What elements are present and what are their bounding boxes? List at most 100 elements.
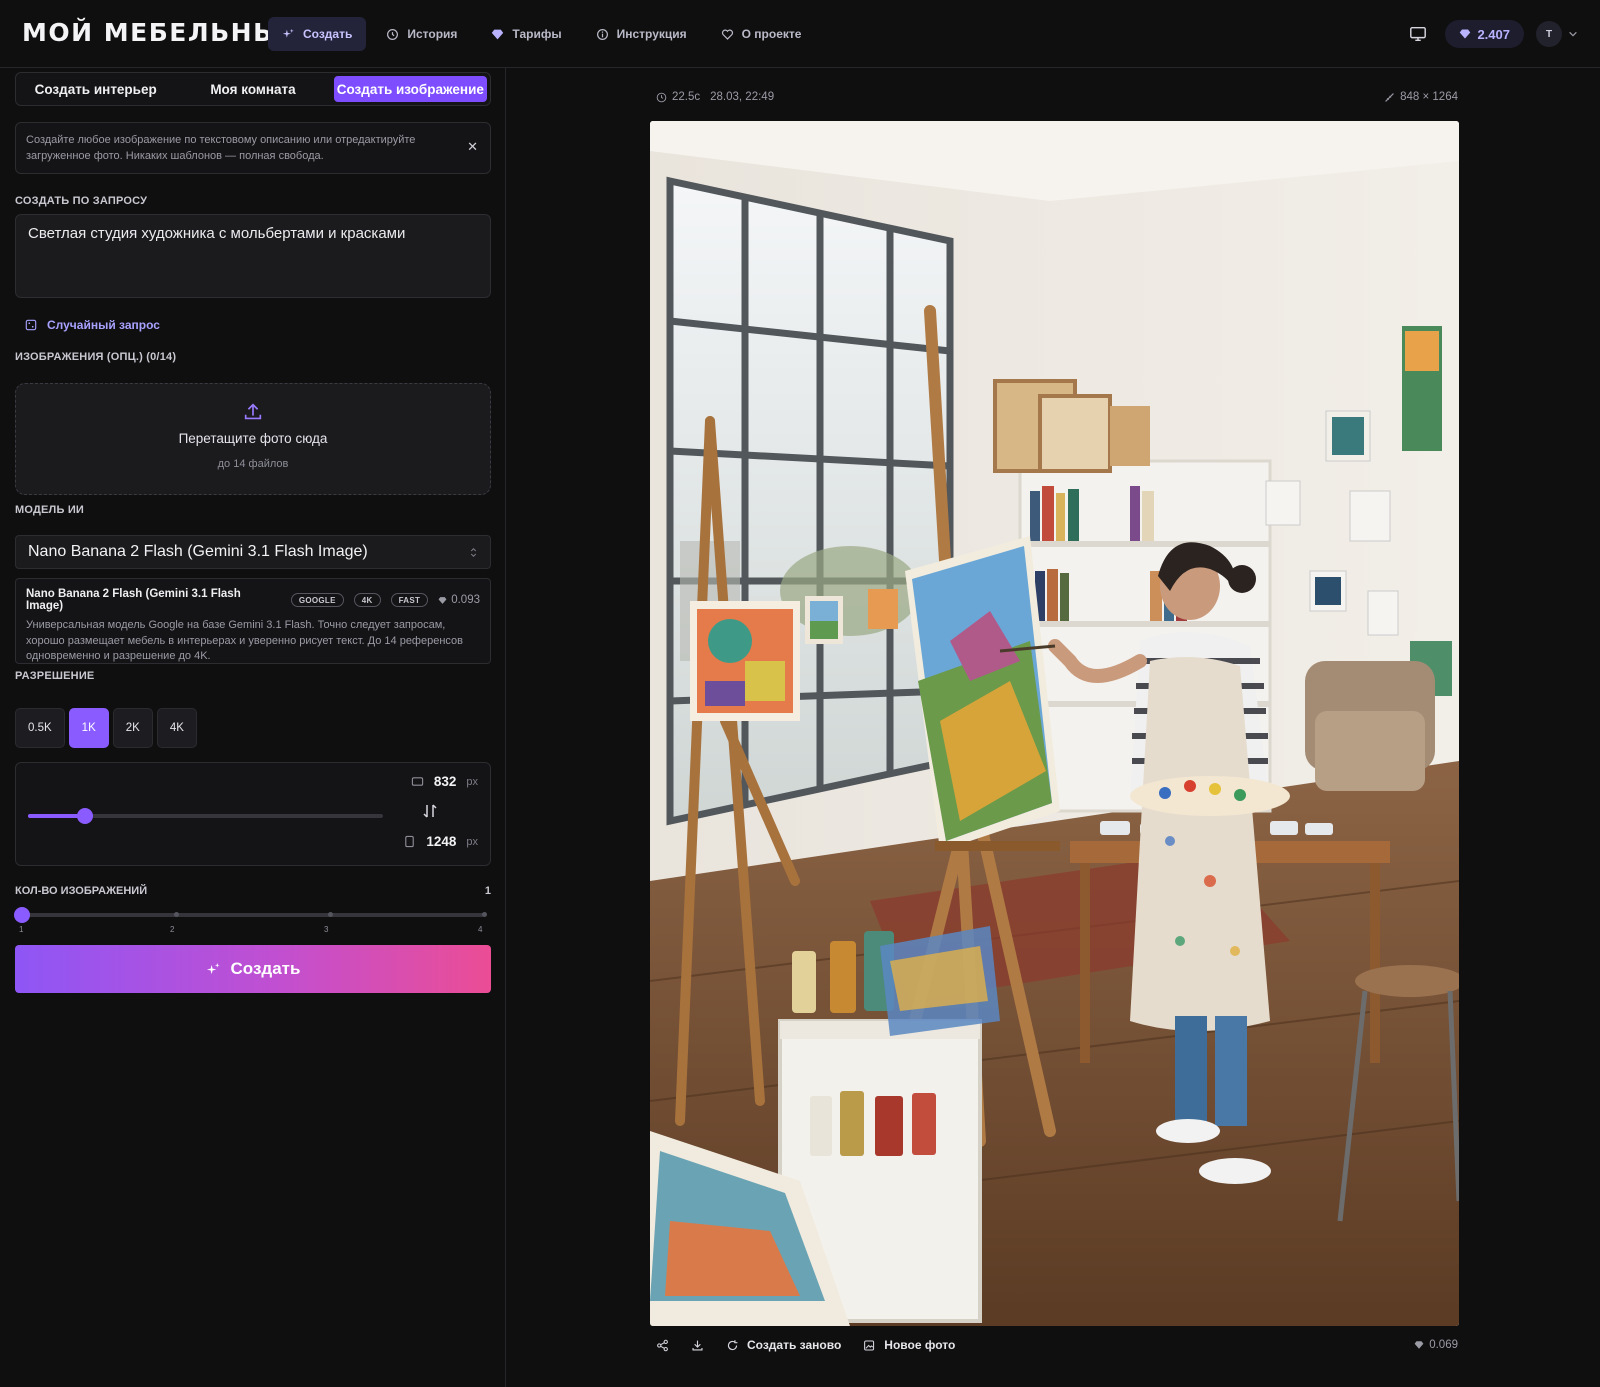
tab-create-image[interactable]: Создать изображение xyxy=(333,76,487,102)
balance-badge[interactable]: 2.407 xyxy=(1445,20,1524,48)
history-icon xyxy=(387,28,399,40)
balance-value: 2.407 xyxy=(1477,26,1510,42)
model-select[interactable]: Nano Banana 2 Flash (Gemini 3.1 Flash Im… xyxy=(15,535,491,569)
resolution-1k[interactable]: 1K xyxy=(68,708,109,748)
new-photo-label: Новое фото xyxy=(884,1338,956,1352)
count-value: 1 xyxy=(484,885,491,897)
sparkle-icon xyxy=(282,28,294,38)
tab-my-room[interactable]: Моя комната xyxy=(176,76,329,102)
count-slider[interactable] xyxy=(14,907,487,923)
mode-tabs: Создать интерьер Моя комната Создать изо… xyxy=(15,72,491,106)
gem-icon xyxy=(1460,29,1471,39)
badge-google: GOOGLE xyxy=(290,593,344,607)
share-icon xyxy=(657,1339,668,1351)
nav-about[interactable]: О проекте xyxy=(707,17,816,51)
download-button[interactable] xyxy=(691,1339,704,1352)
regenerate-button[interactable]: Создать заново xyxy=(726,1338,841,1352)
model-description: Универсальная модель Google на базе Gemi… xyxy=(26,619,463,662)
close-icon[interactable]: ✕ xyxy=(467,139,478,155)
gem-icon xyxy=(492,29,504,39)
refresh-icon xyxy=(727,1339,738,1350)
count-tick-label-1: 1 xyxy=(19,925,24,934)
tab-create-interior[interactable]: Создать интерьер xyxy=(19,76,172,102)
artist-studio-illustration xyxy=(650,121,1459,1326)
nav-instructions-label: Инструкция xyxy=(616,27,687,41)
user-menu[interactable]: Т xyxy=(1536,21,1578,47)
height-value[interactable]: 1248 xyxy=(426,834,456,849)
aspect-slider[interactable] xyxy=(28,808,383,824)
count-tick-label-4: 4 xyxy=(478,925,483,934)
chevron-updown-icon xyxy=(470,547,477,557)
gem-icon xyxy=(1414,1341,1424,1349)
ruler-icon xyxy=(1385,92,1394,102)
logo[interactable]: МОЙ МЕБЕЛЬНЫЙ xyxy=(22,18,303,47)
portrait-icon xyxy=(405,835,415,848)
dice-icon xyxy=(25,319,37,331)
image-add-icon xyxy=(864,1340,875,1350)
resolution-0-5k[interactable]: 0.5K xyxy=(15,708,65,748)
count-tick-label-2: 2 xyxy=(170,925,175,934)
width-unit: px xyxy=(466,775,478,788)
prompt-textarea[interactable]: Светлая студия художника с мольбертами и… xyxy=(15,214,491,298)
regenerate-label: Создать заново xyxy=(747,1338,842,1352)
image-dropzone[interactable]: Перетащите фото сюда до 14 файлов xyxy=(15,383,491,495)
nav-create-label: Создать xyxy=(303,27,353,41)
random-prompt-label: Случайный запрос xyxy=(47,318,160,332)
create-button[interactable]: Создать xyxy=(15,945,491,993)
height-unit: px xyxy=(466,835,478,848)
image-dimensions: 848 × 1264 xyxy=(1384,91,1458,103)
count-tick-label-3: 3 xyxy=(324,925,329,934)
share-button[interactable] xyxy=(656,1339,669,1352)
width-row: 832 px xyxy=(411,774,478,789)
width-value[interactable]: 832 xyxy=(434,774,457,789)
create-button-label: Создать xyxy=(230,959,301,978)
generation-cost: 0.069 xyxy=(1414,1339,1458,1351)
main-nav: Создать История Тарифы Инструкция О прое… xyxy=(268,17,815,51)
aspect-slider-handle[interactable] xyxy=(76,808,93,824)
nav-tariffs[interactable]: Тарифы xyxy=(477,17,575,51)
new-photo-button[interactable]: Новое фото xyxy=(863,1338,955,1352)
model-card-name: Nano Banana 2 Flash (Gemini 3.1 Flash Im… xyxy=(26,588,241,612)
swap-icon[interactable] xyxy=(422,803,438,819)
generation-duration: 22.5с xyxy=(672,91,701,103)
badge-4k: 4K xyxy=(353,593,381,607)
resolution-4k[interactable]: 4K xyxy=(156,708,197,748)
sparkle-icon xyxy=(206,962,220,974)
app-root: МОЙ МЕБЕЛЬНЫЙ Создать История Тарифы Инс… xyxy=(0,0,1600,1387)
resolution-2k[interactable]: 2K xyxy=(112,708,153,748)
model-price: 0.093 xyxy=(438,594,480,606)
heart-icon xyxy=(721,29,733,40)
generated-image[interactable] xyxy=(650,121,1459,1326)
model-price-value: 0.093 xyxy=(451,594,480,606)
top-bar: МОЙ МЕБЕЛЬНЫЙ Создать История Тарифы Инс… xyxy=(0,0,1600,68)
clock-icon xyxy=(656,92,667,102)
top-right-controls: 2.407 Т xyxy=(1403,19,1578,49)
info-banner: Создайте любое изображение по текстовому… xyxy=(15,122,491,174)
resolution-options: 0.5K 1K 2K 4K xyxy=(15,708,197,748)
nav-history-label: История xyxy=(407,27,458,41)
badge-fast: FAST xyxy=(390,593,429,607)
upload-icon xyxy=(244,403,262,420)
download-icon xyxy=(692,1340,703,1351)
model-select-value: Nano Banana 2 Flash (Gemini 3.1 Flash Im… xyxy=(28,543,368,560)
nav-create[interactable]: Создать xyxy=(268,17,367,51)
nav-instructions[interactable]: Инструкция xyxy=(582,17,701,51)
count-tick xyxy=(482,912,487,917)
dropzone-title: Перетащите фото сюда xyxy=(178,431,328,446)
result-actions: Создать заново Новое фото xyxy=(656,1338,955,1352)
generation-datetime: 28.03, 22:49 xyxy=(710,91,775,103)
generation-time: 22.5с xyxy=(656,91,700,103)
count-header: КОЛ-ВО ИЗОБРАЖЕНИЙ 1 xyxy=(15,885,491,897)
dropzone-subtitle: до 14 файлов xyxy=(217,458,289,470)
avatar: Т xyxy=(1536,21,1562,47)
count-slider-handle[interactable] xyxy=(14,907,30,923)
images-label: ИЗОБРАЖЕНИЯ (ОПЦ.) (0/14) xyxy=(15,351,177,363)
resolution-label: РАЗРЕШЕНИЕ xyxy=(15,670,95,682)
info-icon xyxy=(596,28,608,40)
random-prompt-button[interactable]: Случайный запрос xyxy=(25,318,160,332)
nav-history[interactable]: История xyxy=(372,17,471,51)
model-label: МОДЕЛЬ ИИ xyxy=(15,504,85,516)
count-tick xyxy=(327,912,333,917)
result-panel: 22.5с 28.03, 22:49 848 × 1264 Создать за… xyxy=(506,68,1600,1387)
monitor-icon[interactable] xyxy=(1403,19,1433,49)
